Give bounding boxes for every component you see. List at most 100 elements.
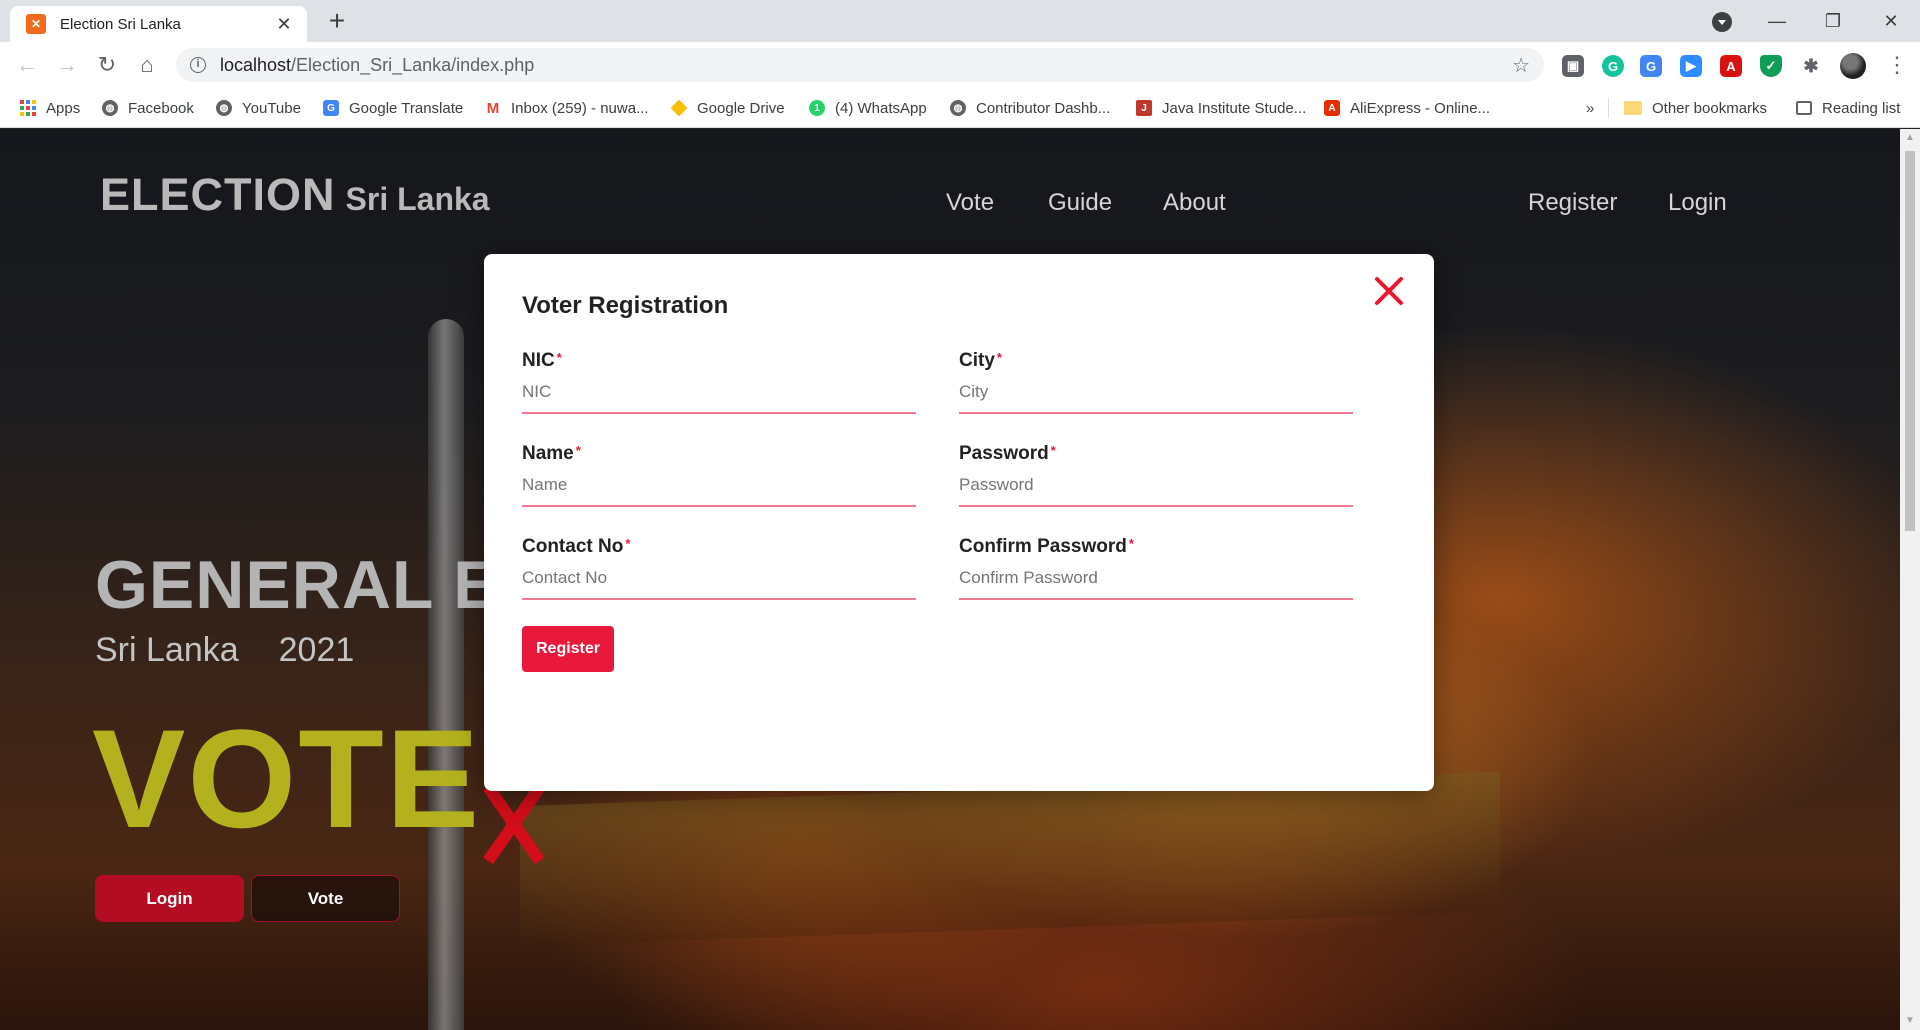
voter-registration-modal: Voter Registration NIC* City* Name* Pass… <box>484 254 1434 791</box>
bookmarks-divider <box>1608 98 1609 118</box>
bookmark-aliexpress[interactable]: A AliExpress - Online... <box>1324 94 1490 122</box>
new-tab-icon[interactable]: + <box>322 7 352 37</box>
extensions-puzzle-icon[interactable]: ✱ <box>1800 55 1822 77</box>
modal-title: Voter Registration <box>522 292 729 319</box>
home-icon[interactable]: ⌂ <box>132 50 162 80</box>
close-window-icon[interactable]: ✕ <box>1868 6 1914 36</box>
bookmark-java-institute[interactable]: J Java Institute Stude... <box>1136 94 1306 122</box>
contact-label: Contact No * <box>522 536 631 557</box>
hero-subtitle: Sri Lanka 2021 <box>95 631 355 669</box>
restore-icon[interactable]: ❐ <box>1810 6 1856 36</box>
bookmark-other-bookmarks[interactable]: Other bookmarks <box>1624 94 1767 122</box>
vote-x-mark <box>470 779 560 865</box>
tab-title: Election Sri Lanka <box>60 15 181 33</box>
confirm-password-label: Confirm Password * <box>959 536 1134 557</box>
hero-vote-button[interactable]: Vote <box>251 875 400 922</box>
flag-pole-image <box>428 319 464 1030</box>
google-translate-extension-icon[interactable]: G <box>1640 55 1662 77</box>
globe-icon: ◍ <box>102 100 118 116</box>
xampp-favicon-icon: ✕ <box>26 14 46 34</box>
site-logo[interactable]: ELECTION Sri Lanka <box>100 169 490 221</box>
city-input[interactable] <box>959 378 1353 414</box>
password-input[interactable] <box>959 471 1353 507</box>
bookmark-google-drive[interactable]: Google Drive <box>670 94 785 122</box>
cast-extension-icon[interactable]: ▣ <box>1562 55 1584 77</box>
name-input[interactable] <box>522 471 916 507</box>
bookmark-apps[interactable]: Apps <box>20 94 80 122</box>
page-scrollbar[interactable]: ▲ ▼ <box>1900 129 1920 1030</box>
required-asterisk: * <box>625 536 631 551</box>
browser-tab-strip: ✕ Election Sri Lanka ✕ + — ❐ ✕ <box>0 0 1920 42</box>
nav-register-link[interactable]: Register <box>1528 189 1617 217</box>
nav-vote-link[interactable]: Vote <box>946 189 994 217</box>
back-icon[interactable]: ← <box>12 50 42 80</box>
bookmarks-overflow-chevron[interactable]: » <box>1586 94 1594 122</box>
bookmark-youtube[interactable]: ◍ YouTube <box>216 94 301 122</box>
scroll-up-icon[interactable]: ▲ <box>1900 129 1920 147</box>
aliexpress-icon: A <box>1324 100 1340 116</box>
bookmark-gmail-inbox[interactable]: M Inbox (259) - nuwa... <box>485 94 649 122</box>
grammarly-icon[interactable]: G <box>1602 55 1624 77</box>
apps-grid-icon <box>20 100 36 116</box>
globe-icon: ◍ <box>950 100 966 116</box>
contact-input[interactable] <box>522 564 916 600</box>
folder-icon <box>1624 101 1642 115</box>
tab-search-icon[interactable] <box>1712 12 1732 32</box>
contact-field-group: Contact No * <box>522 536 916 600</box>
site-info-icon[interactable]: i <box>190 57 206 73</box>
google-drive-icon <box>670 99 688 117</box>
bookmark-star-icon[interactable]: ☆ <box>1512 53 1530 78</box>
required-asterisk: * <box>575 443 581 458</box>
nic-input[interactable] <box>522 378 916 414</box>
nav-login-link[interactable]: Login <box>1668 189 1727 217</box>
city-label: City * <box>959 350 1002 371</box>
acrobat-icon[interactable]: A <box>1720 55 1742 77</box>
reading-list-icon <box>1796 101 1812 115</box>
bookmark-reading-list[interactable]: Reading list <box>1796 94 1900 122</box>
url-text[interactable]: localhost/Election_Sri_Lanka/index.php <box>220 55 1512 76</box>
browser-tab[interactable]: ✕ Election Sri Lanka ✕ <box>10 6 307 42</box>
name-field-group: Name * <box>522 443 916 507</box>
bookmark-contributor-dashboard[interactable]: ◍ Contributor Dashb... <box>950 94 1110 122</box>
google-translate-icon: G <box>323 100 339 116</box>
bookmark-google-translate[interactable]: G Google Translate <box>323 94 463 122</box>
required-asterisk: * <box>1128 536 1134 551</box>
flag-background-image <box>520 771 1500 947</box>
bookmark-whatsapp[interactable]: 1 (4) WhatsApp <box>809 94 927 122</box>
hero-login-button[interactable]: Login <box>95 875 244 922</box>
nic-label: NIC * <box>522 350 562 371</box>
city-field-group: City * <box>959 350 1353 414</box>
java-institute-icon: J <box>1136 100 1152 116</box>
forward-icon[interactable]: → <box>52 50 82 80</box>
zoom-icon[interactable]: ▶ <box>1680 55 1702 77</box>
required-asterisk: * <box>1050 443 1056 458</box>
register-submit-button[interactable]: Register <box>522 626 614 672</box>
nav-about-link[interactable]: About <box>1163 189 1226 217</box>
confirm-password-field-group: Confirm Password * <box>959 536 1353 600</box>
scroll-down-icon[interactable]: ▼ <box>1900 1012 1920 1030</box>
scrollbar-thumb[interactable] <box>1905 151 1915 531</box>
reload-icon[interactable]: ↻ <box>92 50 122 80</box>
gmail-icon: M <box>485 99 501 117</box>
browser-toolbar: ← → ↻ ⌂ i localhost/Election_Sri_Lanka/i… <box>0 42 1920 88</box>
nav-guide-link[interactable]: Guide <box>1048 189 1112 217</box>
minimize-icon[interactable]: — <box>1754 6 1800 36</box>
modal-close-icon[interactable] <box>1372 274 1406 308</box>
hero-vote-text: VOTE <box>92 700 482 857</box>
whatsapp-icon: 1 <box>809 100 825 116</box>
password-field-group: Password * <box>959 443 1353 507</box>
shield-extension-icon[interactable]: ✓ <box>1760 55 1782 77</box>
tab-close-icon[interactable]: ✕ <box>273 14 295 35</box>
globe-icon: ◍ <box>216 100 232 116</box>
bookmarks-bar: Apps ◍ Facebook ◍ YouTube G Google Trans… <box>0 88 1920 128</box>
bookmark-facebook[interactable]: ◍ Facebook <box>102 94 194 122</box>
address-bar[interactable]: i localhost/Election_Sri_Lanka/index.php… <box>176 48 1544 82</box>
password-label: Password * <box>959 443 1056 464</box>
name-label: Name * <box>522 443 581 464</box>
profile-avatar[interactable] <box>1840 53 1866 79</box>
confirm-password-input[interactable] <box>959 564 1353 600</box>
required-asterisk: * <box>996 350 1002 365</box>
page-viewport: ELECTION Sri Lanka Vote Guide About Regis… <box>0 129 1920 1030</box>
browser-menu-icon[interactable]: ⋮ <box>1886 51 1908 79</box>
required-asterisk: * <box>556 350 562 365</box>
